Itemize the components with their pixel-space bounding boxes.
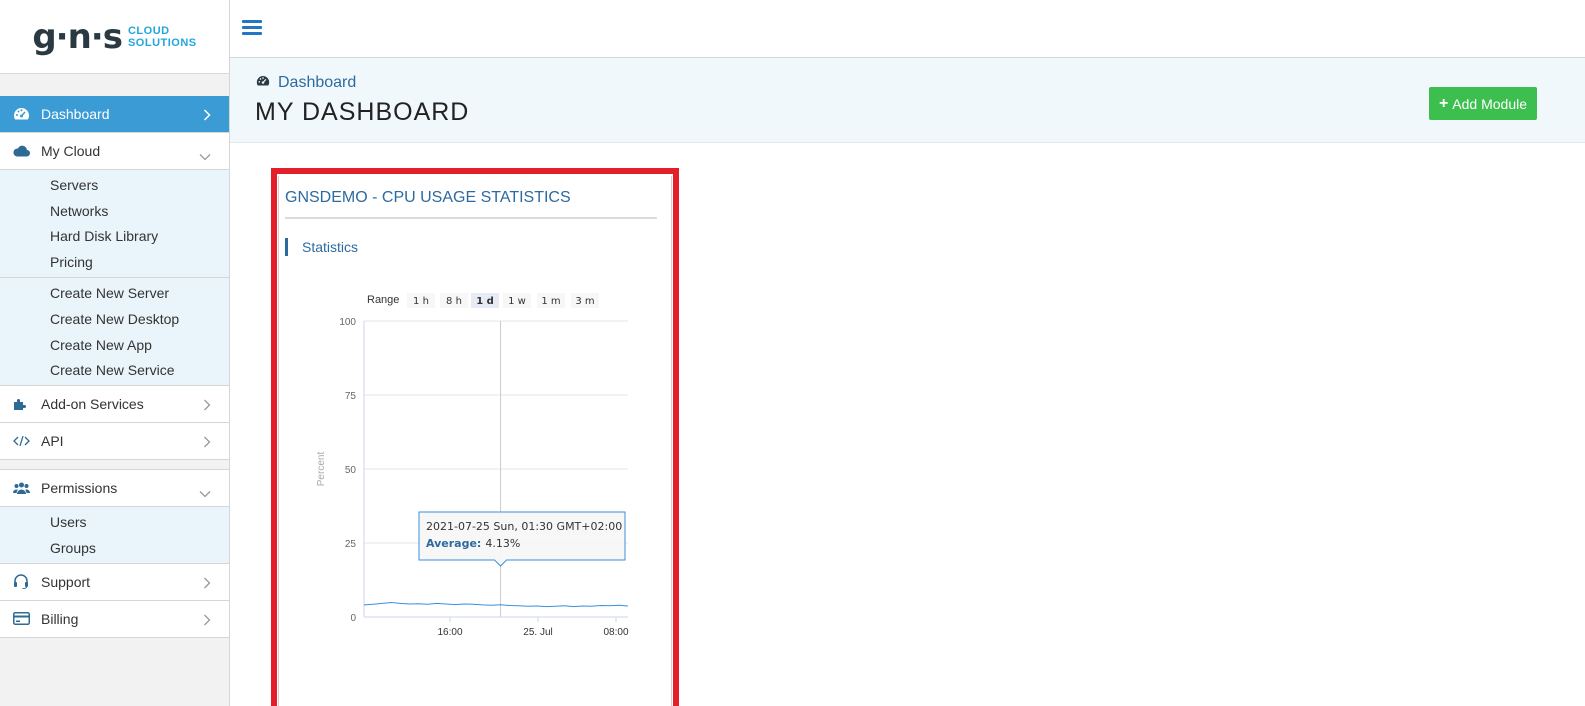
sidebar-item-label: Permissions bbox=[41, 480, 118, 497]
logo-line-2: SOLUTIONS bbox=[127, 36, 197, 49]
hamburger-menu-icon[interactable] bbox=[242, 20, 262, 38]
range-button-label: 8 h bbox=[446, 296, 462, 307]
x-axis-labels: 16:00 25. Jul 08:00 bbox=[437, 617, 629, 638]
page-header: Dashboard MY DASHBOARD + Add Module bbox=[230, 58, 1585, 143]
y-axis-labels: 0 25 50 75 100 bbox=[339, 317, 356, 624]
logo-line-1: CLOUD bbox=[127, 24, 170, 37]
sidebar: g·n·s CLOUD SOLUTIONS Dashboard My Cloud bbox=[0, 0, 230, 706]
chevron-down-icon bbox=[199, 148, 211, 164]
credit-card-icon bbox=[12, 610, 30, 628]
range-button-label: 1 d bbox=[476, 296, 494, 307]
cloud-icon bbox=[12, 142, 30, 160]
y-tick-label: 25 bbox=[345, 539, 357, 550]
create-submenu: Create New Server Create New Desktop Cre… bbox=[0, 278, 229, 387]
range-button-label: 1 w bbox=[508, 296, 526, 307]
series-line-average[interactable] bbox=[363, 601, 629, 608]
chevron-right-icon bbox=[203, 576, 211, 592]
tooltip-series-name: Average: bbox=[426, 537, 481, 550]
range-button-label: 3 m bbox=[575, 296, 594, 307]
range-button-1d[interactable]: 1 d bbox=[471, 293, 499, 308]
x-tick-label: 08:00 bbox=[603, 627, 628, 638]
range-button-label: 1 m bbox=[541, 296, 560, 307]
my-cloud-submenu: Servers Networks Hard Disk Library Prici… bbox=[0, 170, 229, 279]
chevron-right-icon bbox=[203, 613, 211, 629]
x-tick-label: 25. Jul bbox=[523, 627, 552, 638]
tooltip-value-line: Average: 4.13% bbox=[426, 537, 520, 550]
y-axis-title: Percent bbox=[316, 452, 327, 487]
app-root: g·n·s CLOUD SOLUTIONS Dashboard My Cloud bbox=[0, 0, 1585, 706]
page-title: MY DASHBOARD bbox=[255, 98, 470, 126]
sidebar-subitem-create-new-service[interactable]: Create New Service bbox=[0, 358, 229, 384]
range-button-1h[interactable]: 1 h bbox=[407, 293, 435, 308]
y-tick-label: 100 bbox=[339, 317, 356, 328]
dashboard-icon bbox=[12, 105, 30, 123]
sidebar-item-label: Support bbox=[41, 573, 91, 590]
chevron-right-icon bbox=[203, 108, 211, 124]
sidebar-item-support[interactable]: Support bbox=[0, 563, 229, 601]
sidebar-subitem-servers[interactable]: Servers bbox=[0, 172, 229, 198]
breadcrumb[interactable]: Dashboard bbox=[256, 74, 356, 92]
y-tick-label: 50 bbox=[345, 465, 357, 476]
y-tick-label: 75 bbox=[345, 391, 357, 402]
sidebar-item-permissions[interactable]: Permissions bbox=[0, 470, 229, 508]
add-module-button[interactable]: + Add Module bbox=[1428, 87, 1537, 120]
breadcrumb-label: Dashboard bbox=[278, 74, 357, 91]
users-icon bbox=[12, 479, 30, 497]
permissions-submenu: Users Groups bbox=[0, 507, 229, 564]
sidebar-item-label: Billing bbox=[41, 610, 79, 627]
headset-icon bbox=[12, 573, 30, 591]
chevron-right-icon bbox=[203, 398, 211, 414]
chevron-down-icon bbox=[199, 485, 211, 501]
module-inner: GNSDEMO - CPU USAGE STATISTICS Statistic… bbox=[278, 176, 672, 706]
range-label: Range bbox=[367, 294, 399, 306]
code-icon bbox=[12, 432, 30, 450]
sidebar-subitem-networks[interactable]: Networks bbox=[0, 198, 229, 224]
sidebar-subitem-create-new-desktop[interactable]: Create New Desktop bbox=[0, 306, 229, 332]
gns-logo[interactable]: g·n·s CLOUD SOLUTIONS bbox=[32, 20, 196, 54]
cpu-usage-module: GNSDEMO - CPU USAGE STATISTICS Statistic… bbox=[271, 168, 679, 706]
dashboard-icon bbox=[256, 74, 270, 92]
tooltip-value: 4.13% bbox=[485, 537, 520, 550]
tooltip-date: 2021-07-25 Sun, 01:30 GMT+02:00 bbox=[426, 520, 622, 533]
sidebar-item-my-cloud[interactable]: My Cloud bbox=[0, 133, 229, 170]
plus-icon: + bbox=[1438, 94, 1449, 112]
sidebar-item-label: API bbox=[41, 433, 64, 450]
range-button-8h[interactable]: 8 h bbox=[440, 293, 468, 308]
chart-grid bbox=[363, 320, 628, 618]
chart-tooltip: 2021-07-25 Sun, 01:30 GMT+02:00 Average:… bbox=[418, 511, 626, 567]
sidebar-divider bbox=[0, 460, 229, 471]
top-bar bbox=[230, 0, 1585, 58]
sidebar-item-add-on-services[interactable]: Add-on Services bbox=[0, 386, 229, 424]
range-button-1w[interactable]: 1 w bbox=[503, 293, 531, 308]
logo-mark: g·n·s bbox=[32, 16, 123, 57]
cpu-usage-chart[interactable]: Range 1 h 8 h 1 d 1 w 1 m 3 m 0 25 50 75 100 Perc… bbox=[279, 176, 675, 706]
sidebar-subitem-users[interactable]: Users bbox=[0, 509, 229, 535]
range-buttons: 1 h 8 h 1 d 1 w 1 m 3 m bbox=[407, 293, 599, 308]
range-button-3m[interactable]: 3 m bbox=[571, 293, 599, 308]
logo-area: g·n·s CLOUD SOLUTIONS bbox=[0, 0, 229, 74]
sidebar-subitem-groups[interactable]: Groups bbox=[0, 535, 229, 561]
sidebar-item-label: Add-on Services bbox=[41, 396, 144, 413]
sidebar-item-label: Dashboard bbox=[41, 106, 110, 122]
range-button-1m[interactable]: 1 m bbox=[537, 293, 565, 308]
add-module-label: Add Module bbox=[1452, 95, 1527, 112]
sidebar-subitem-create-new-server[interactable]: Create New Server bbox=[0, 280, 229, 306]
sidebar-subitem-pricing[interactable]: Pricing bbox=[0, 249, 229, 275]
sidebar-item-billing[interactable]: Billing bbox=[0, 600, 229, 638]
puzzle-icon bbox=[12, 395, 30, 413]
sidebar-subitem-create-new-app[interactable]: Create New App bbox=[0, 332, 229, 358]
range-button-label: 1 h bbox=[413, 296, 429, 307]
sidebar-item-label: My Cloud bbox=[41, 143, 101, 159]
y-tick-label: 0 bbox=[350, 613, 356, 624]
sidebar-item-dashboard[interactable]: Dashboard bbox=[0, 96, 229, 133]
chevron-right-icon bbox=[203, 435, 211, 451]
x-tick-label: 16:00 bbox=[437, 627, 462, 638]
sidebar-item-api[interactable]: API bbox=[0, 423, 229, 461]
sidebar-subitem-hard-disk-library[interactable]: Hard Disk Library bbox=[0, 224, 229, 250]
